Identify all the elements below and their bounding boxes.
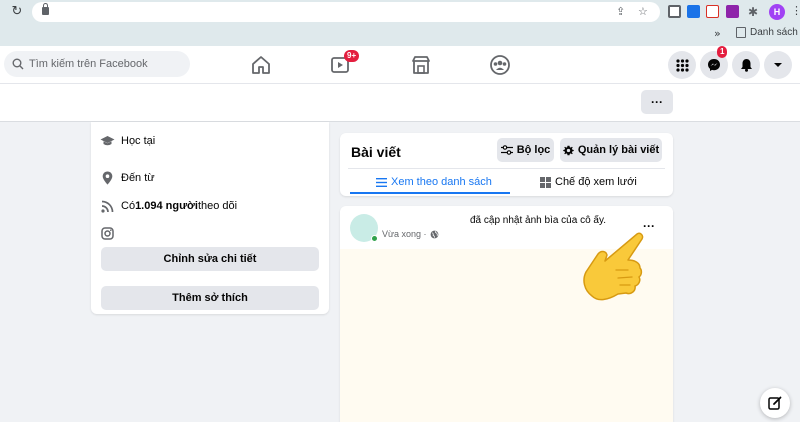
messenger-badge: 1 bbox=[717, 46, 728, 58]
profile-more-button[interactable]: ··· bbox=[641, 90, 673, 114]
extension-icon[interactable] bbox=[706, 5, 719, 18]
puzzle-icon[interactable]: ✱ bbox=[748, 5, 758, 19]
hometown-row: Đến từ bbox=[99, 170, 155, 186]
caret-down-icon bbox=[774, 63, 782, 67]
download-extension-icon[interactable] bbox=[687, 5, 700, 18]
online-status-dot bbox=[371, 235, 378, 242]
reading-list-icon bbox=[736, 27, 746, 38]
followers-count[interactable]: 1.094 người bbox=[135, 200, 198, 212]
reading-list-label: Danh sách đọ bbox=[750, 27, 800, 38]
education-text: Học tại bbox=[121, 135, 156, 147]
share-icon[interactable]: ⇪ bbox=[616, 5, 625, 19]
filter-label: Bộ lọc bbox=[516, 144, 551, 156]
edit-details-button[interactable]: Chỉnh sửa chi tiết bbox=[101, 247, 319, 271]
browser-chrome: ↻ ⇪ ☆ ✱ H ⋮ » Danh sách đọ bbox=[0, 0, 800, 46]
profile-subheader bbox=[0, 84, 800, 122]
hometown-text: Đến từ bbox=[121, 172, 155, 184]
facebook-header: 9+ 1 bbox=[0, 46, 800, 84]
search-box[interactable] bbox=[4, 51, 190, 77]
search-input[interactable] bbox=[29, 58, 179, 70]
marketplace-icon[interactable] bbox=[410, 54, 432, 76]
address-bar[interactable]: ⇪ ☆ bbox=[32, 2, 660, 22]
instagram-row bbox=[99, 225, 121, 241]
followers-suffix: theo dõi bbox=[197, 200, 238, 212]
notifications-button[interactable] bbox=[732, 51, 760, 79]
location-pin-icon bbox=[99, 170, 115, 186]
list-icon bbox=[376, 177, 387, 187]
grid-menu-icon bbox=[675, 58, 689, 72]
manage-posts-label: Quản lý bài viết bbox=[577, 144, 660, 156]
profile-avatar[interactable]: H bbox=[769, 4, 785, 20]
groups-icon[interactable] bbox=[489, 54, 511, 76]
new-message-button[interactable] bbox=[760, 388, 790, 418]
filter-sliders-icon bbox=[500, 145, 513, 155]
watch-badge: 9+ bbox=[344, 50, 360, 62]
tab-grid-label: Chế độ xem lưới bbox=[555, 176, 637, 188]
ellipsis-icon: ··· bbox=[651, 95, 663, 109]
reload-icon[interactable]: ↻ bbox=[9, 4, 25, 20]
post-action-text: đã cập nhật ảnh bìa của cô ấy. bbox=[470, 215, 607, 226]
messenger-icon bbox=[708, 59, 720, 71]
tab-grid-view[interactable]: Chế độ xem lưới bbox=[540, 171, 637, 193]
intro-card: Học tại Đến từ Có 1.094 người theo dõi C… bbox=[91, 122, 329, 314]
followers-row: Có 1.094 người theo dõi bbox=[99, 198, 237, 214]
posts-card: Bài viết Bộ lọc Quản lý bài viết Xem the… bbox=[340, 133, 673, 196]
graduation-cap-icon bbox=[99, 133, 115, 149]
globe-icon bbox=[430, 230, 438, 238]
active-tab-indicator bbox=[350, 192, 510, 194]
post-timestamp[interactable]: Vừa xong · bbox=[382, 229, 439, 239]
grid-icon bbox=[540, 176, 551, 188]
home-icon[interactable] bbox=[250, 54, 272, 76]
extension-icon[interactable] bbox=[726, 5, 739, 18]
search-icon bbox=[12, 58, 24, 70]
gear-icon bbox=[563, 145, 574, 155]
lock-icon[interactable] bbox=[42, 3, 49, 15]
bell-icon bbox=[740, 59, 752, 72]
browser-toolbar: ↻ ⇪ ☆ ✱ H ⋮ bbox=[0, 0, 800, 24]
post-time-text: Vừa xong · bbox=[382, 229, 427, 239]
menu-button[interactable] bbox=[668, 51, 696, 79]
filter-button[interactable]: Bộ lọc bbox=[497, 138, 554, 162]
account-button[interactable] bbox=[764, 51, 792, 79]
pointing-hand-icon bbox=[583, 232, 644, 301]
add-hobbies-button[interactable]: Thêm sở thích bbox=[101, 286, 319, 310]
more-menu-icon[interactable]: ⋮ bbox=[791, 4, 800, 17]
tab-list-view[interactable]: Xem theo danh sách bbox=[376, 171, 492, 193]
rss-icon bbox=[99, 198, 115, 214]
bookmarks-overflow-icon[interactable]: » bbox=[714, 27, 721, 40]
posts-title: Bài viết bbox=[351, 144, 401, 160]
tab-list-label: Xem theo danh sách bbox=[391, 176, 492, 188]
compose-icon bbox=[768, 396, 782, 410]
followers-prefix: Có bbox=[121, 200, 136, 212]
manage-posts-button[interactable]: Quản lý bài viết bbox=[560, 138, 662, 162]
extension-icon[interactable] bbox=[668, 5, 681, 18]
instagram-icon[interactable] bbox=[99, 225, 115, 241]
education-row: Học tại bbox=[99, 133, 155, 149]
bookmarks-bar: » Danh sách đọ bbox=[0, 24, 800, 46]
bookmark-star-icon[interactable]: ☆ bbox=[638, 5, 648, 19]
tabs-divider bbox=[348, 168, 665, 169]
reading-list[interactable]: Danh sách đọ bbox=[736, 27, 800, 38]
